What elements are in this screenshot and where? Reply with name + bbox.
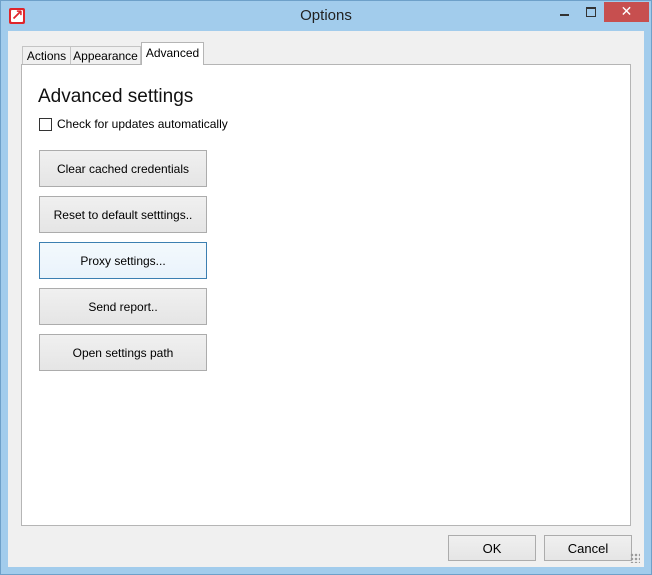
check-updates-checkbox[interactable] (39, 118, 52, 131)
proxy-settings-button[interactable]: Proxy settings... (39, 242, 207, 279)
title-bar[interactable]: Options ✕ (1, 1, 651, 31)
send-report-button[interactable]: Send report.. (39, 288, 207, 325)
clear-cached-credentials-button[interactable]: Clear cached credentials (39, 150, 207, 187)
advanced-tab-panel: Advanced settings Check for updates auto… (21, 64, 631, 526)
check-updates-label[interactable]: Check for updates automatically (57, 117, 228, 131)
ok-button[interactable]: OK (448, 535, 536, 561)
close-icon: ✕ (620, 4, 633, 20)
section-heading: Advanced settings (38, 86, 194, 107)
dialog-client-area: Actions Appearance Advanced Advanced set… (8, 31, 644, 567)
open-settings-path-button[interactable]: Open settings path (39, 334, 207, 371)
maximize-button[interactable] (578, 2, 605, 22)
reset-default-settings-button[interactable]: Reset to default setttings.. (39, 196, 207, 233)
tab-appearance[interactable]: Appearance (70, 46, 141, 64)
resize-grip[interactable] (630, 553, 640, 563)
minimize-button[interactable] (552, 2, 578, 22)
tab-advanced[interactable]: Advanced (141, 42, 204, 65)
cancel-button[interactable]: Cancel (544, 535, 632, 561)
options-window: Options ✕ Actions Appearance Advanced Ad… (0, 0, 652, 575)
tab-actions[interactable]: Actions (22, 46, 71, 64)
close-button[interactable]: ✕ (604, 2, 649, 22)
